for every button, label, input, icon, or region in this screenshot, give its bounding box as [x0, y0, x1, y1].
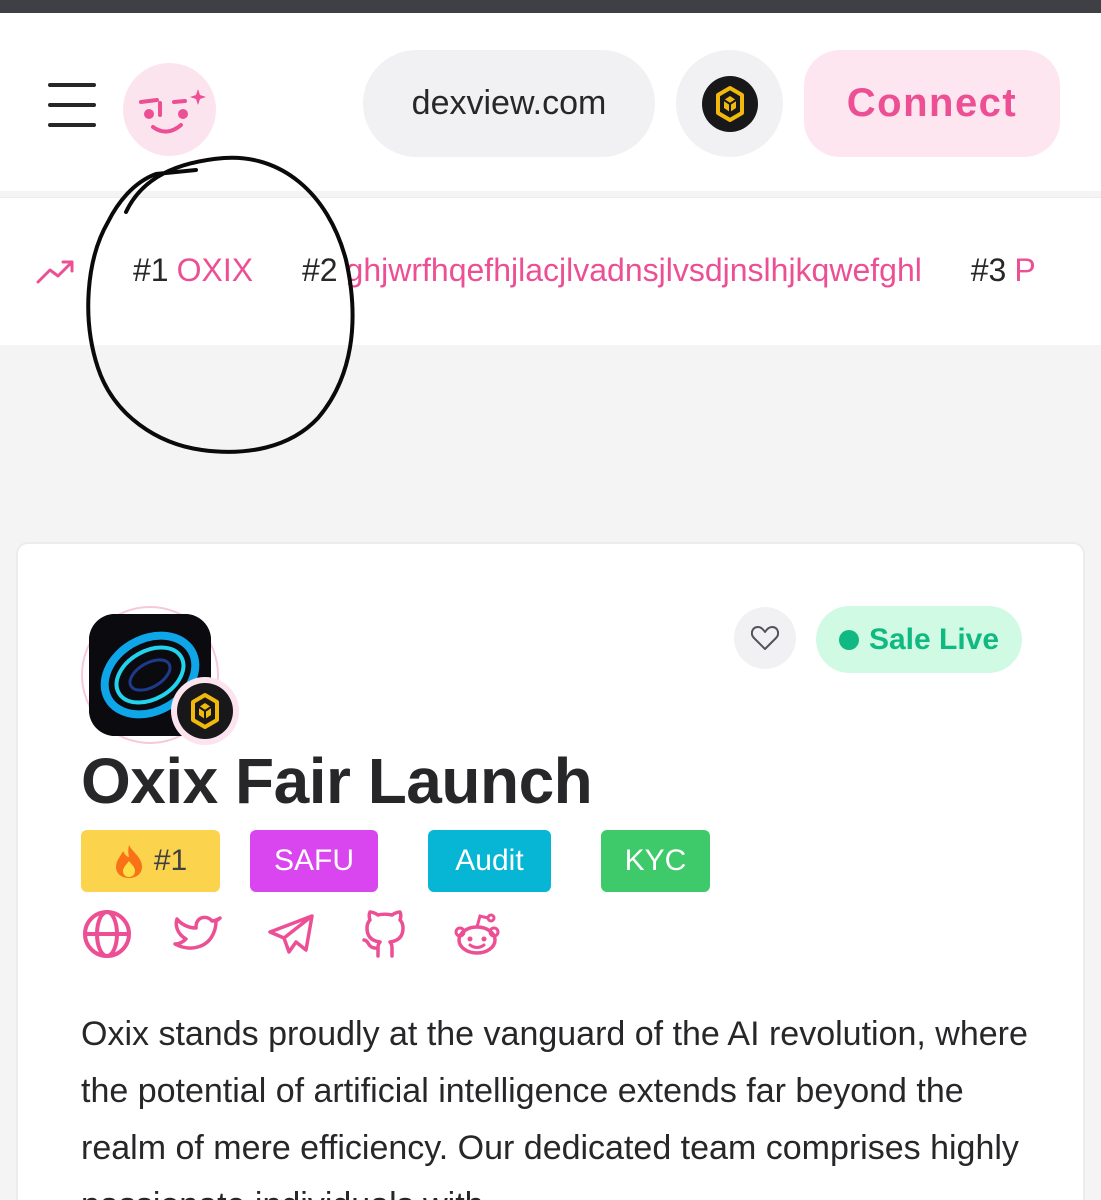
safu-badge: SAFU — [250, 830, 378, 892]
trending-name: P — [1014, 252, 1036, 288]
github-icon[interactable] — [359, 908, 411, 960]
hamburger-menu-icon[interactable] — [44, 81, 100, 129]
globe-icon[interactable] — [81, 908, 133, 960]
trending-bar: #1 OXIX #2 ghjwrfhqefhjlacjlvadnsjlvsdjnsl… — [0, 197, 1101, 345]
reddit-icon[interactable] — [451, 908, 503, 960]
logo[interactable] — [123, 63, 216, 156]
trending-rank: #1 — [133, 252, 169, 288]
status-label: Sale Live — [868, 622, 1000, 656]
favorite-button[interactable] — [734, 607, 796, 669]
trending-item[interactable]: #1 OXIX — [133, 252, 253, 289]
bnb-chain-icon — [701, 75, 758, 132]
top-strip — [0, 0, 1101, 13]
status-badge: Sale Live — [816, 606, 1022, 673]
project-title: Oxix Fair Launch — [81, 745, 593, 817]
audit-badge[interactable]: Audit — [428, 830, 551, 892]
trending-rank: #3 — [970, 252, 1007, 288]
avatar-chain-badge — [171, 677, 239, 745]
rank-badge: #1 — [81, 830, 220, 892]
project-description: Oxix stands proudly at the vanguard of t… — [81, 1015, 1028, 1200]
fire-icon — [115, 845, 142, 878]
trending-rank: #2 — [301, 252, 338, 288]
trending-name: ghjwrfhqefhjlacjlvadnsjlvsdjnslhjkqwefgh… — [345, 252, 922, 288]
trending-item[interactable]: #3 P — [971, 252, 1036, 289]
trending-item[interactable]: #2 ghjwrfhqefhjlacjlvadnsjlvsdjnslhjkqwef… — [302, 252, 922, 289]
telegram-icon[interactable] — [265, 908, 317, 960]
twitter-icon[interactable] — [172, 908, 224, 960]
kyc-badge[interactable]: KYC — [601, 830, 710, 892]
project-card: Sale Live Oxix Fair Launch #1 SAFU Audit… — [16, 542, 1085, 1200]
trending-up-icon — [36, 260, 74, 284]
header: dexview.com Connect — [0, 13, 1101, 191]
heart-icon — [751, 626, 779, 650]
trending-list: #1 OXIX #2 ghjwrfhqefhjlacjlvadnsjlvsdjnsl… — [133, 252, 1076, 289]
trending-name: OXIX — [176, 252, 254, 288]
status-dot — [838, 629, 859, 650]
domain-button[interactable]: dexview.com — [363, 50, 655, 157]
rank-badge-label: #1 — [153, 844, 188, 877]
connect-button[interactable]: Connect — [804, 50, 1060, 157]
smiley-logo-icon — [139, 89, 206, 134]
chain-selector-button[interactable] — [676, 50, 783, 157]
bnb-chain-icon — [177, 683, 233, 739]
